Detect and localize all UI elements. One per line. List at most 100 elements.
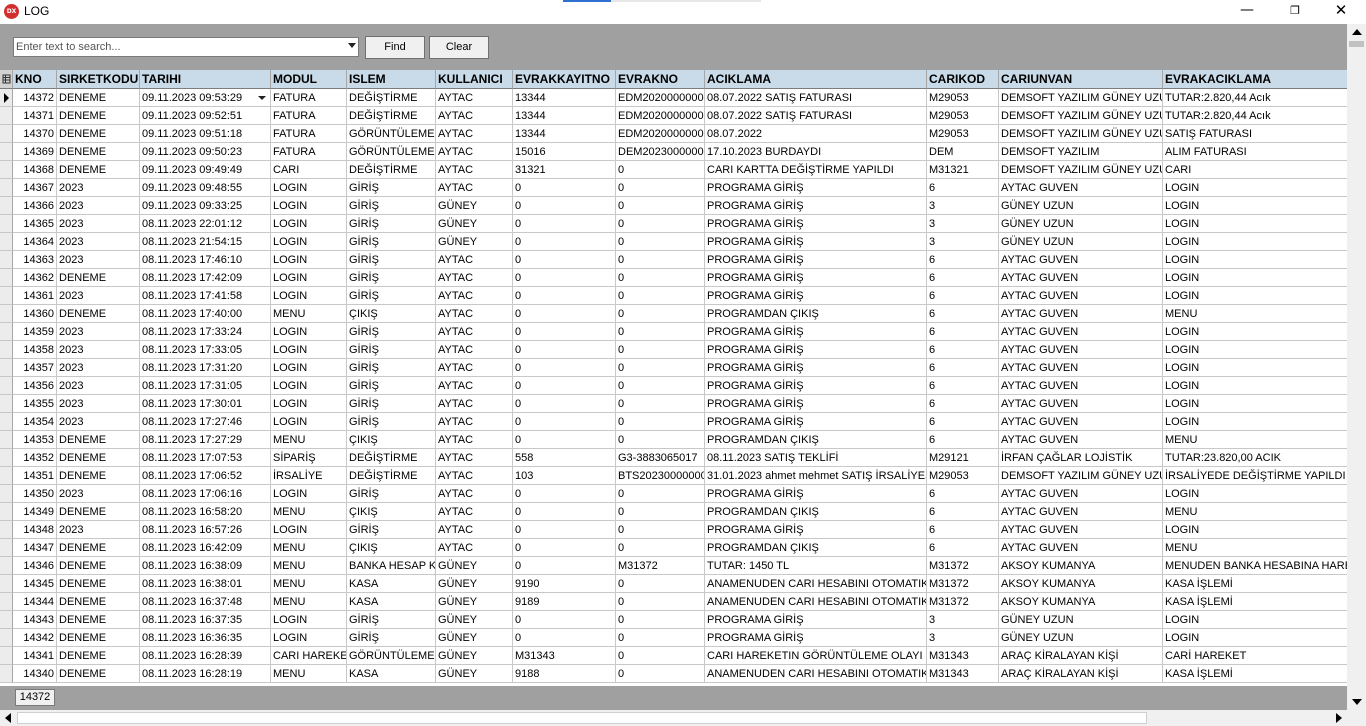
cell-kno[interactable]: 14355 xyxy=(13,395,57,413)
cell-kno[interactable]: 14364 xyxy=(13,233,57,251)
cell-evrakaciklama[interactable]: LOGIN xyxy=(1163,359,1347,377)
table-row[interactable]: 14346 DENEME 08.11.2023 16:38:09 MENU BANKA … xyxy=(0,557,1347,575)
cell-aciklama[interactable]: ANAMENUDEN CARI HESABINI OTOMATIK KAPATM… xyxy=(705,575,927,593)
log-grid[interactable]: KNO SIRKETKODU TARIHI MODUL ISLEM KULLANICI EV… xyxy=(0,70,1347,686)
cell-evrakaciklama[interactable]: LOGIN xyxy=(1163,521,1347,539)
cell-carikod[interactable]: M29053 xyxy=(927,467,999,485)
cell-kullanici[interactable]: GÜNEY xyxy=(436,647,513,665)
cell-kullanici[interactable]: AYTAC xyxy=(436,305,513,323)
cell-carikod[interactable]: M31343 xyxy=(927,647,999,665)
cell-kullanici[interactable]: AYTAC xyxy=(436,161,513,179)
cell-islem[interactable]: DEĞİŞTİRME xyxy=(347,467,436,485)
cell-evrakaciklama[interactable]: KASA İŞLEMİ xyxy=(1163,575,1347,593)
cell-kullanici[interactable]: GÜNEY xyxy=(436,665,513,683)
cell-tarihi[interactable]: 08.11.2023 17:31:05 xyxy=(140,377,271,395)
cell-carikod[interactable]: 6 xyxy=(927,323,999,341)
column-header-modul[interactable]: MODUL xyxy=(271,70,347,89)
cell-cariunvan[interactable]: DEMSOFT YAZILIM GÜNEY UZUN xyxy=(999,161,1163,179)
table-row[interactable]: 14345 DENEME 08.11.2023 16:38:01 MENU KASA GÜ… xyxy=(0,575,1347,593)
cell-cariunvan[interactable]: AYTAC GUVEN xyxy=(999,341,1163,359)
cell-evrakno[interactable]: 0 xyxy=(616,323,705,341)
row-indicator[interactable] xyxy=(0,341,13,359)
cell-tarihi[interactable]: 08.11.2023 17:31:20 xyxy=(140,359,271,377)
cell-modul[interactable]: LOGIN xyxy=(271,197,347,215)
cell-islem[interactable]: KASA xyxy=(347,575,436,593)
cell-carikod[interactable]: M29121 xyxy=(927,449,999,467)
cell-aciklama[interactable]: PROGRAMA GİRİŞ xyxy=(705,395,927,413)
cell-evrakkayitno[interactable]: 0 xyxy=(513,359,616,377)
cell-kno[interactable]: 14342 xyxy=(13,629,57,647)
row-indicator[interactable] xyxy=(0,161,13,179)
cell-modul[interactable]: MENU xyxy=(271,305,347,323)
cell-evrakno[interactable]: 0 xyxy=(616,251,705,269)
cell-evrakno[interactable]: 0 xyxy=(616,611,705,629)
table-row[interactable]: 14342 DENEME 08.11.2023 16:36:35 LOGIN GİRİŞ… xyxy=(0,629,1347,647)
restore-icon[interactable]: ❐ xyxy=(1272,0,1318,23)
cell-kno[interactable]: 14350 xyxy=(13,485,57,503)
cell-sirketkodu[interactable]: 2023 xyxy=(57,323,140,341)
cell-aciklama[interactable]: 17.10.2023 BURDAYDI xyxy=(705,143,927,161)
cell-kullanici[interactable]: GÜNEY xyxy=(436,215,513,233)
cell-kullanici[interactable]: AYTAC xyxy=(436,539,513,557)
cell-evrakkayitno[interactable]: 0 xyxy=(513,539,616,557)
cell-carikod[interactable]: 6 xyxy=(927,269,999,287)
horizontal-scrollbar[interactable] xyxy=(0,710,1366,726)
column-header-carikod[interactable]: CARIKOD xyxy=(927,70,999,89)
cell-evrakaciklama[interactable]: LOGIN xyxy=(1163,323,1347,341)
cell-tarihi[interactable]: 09.11.2023 09:51:18 xyxy=(140,125,271,143)
row-indicator[interactable] xyxy=(0,395,13,413)
row-indicator[interactable] xyxy=(0,215,13,233)
cell-kullanici[interactable]: AYTAC xyxy=(436,395,513,413)
cell-sirketkodu[interactable]: 2023 xyxy=(57,413,140,431)
cell-evrakkayitno[interactable]: 0 xyxy=(513,233,616,251)
cell-modul[interactable]: MENU xyxy=(271,575,347,593)
cell-modul[interactable]: FATURA xyxy=(271,125,347,143)
cell-evrakaciklama[interactable]: KASA İŞLEMİ xyxy=(1163,665,1347,683)
cell-kno[interactable]: 14349 xyxy=(13,503,57,521)
cell-evrakno[interactable]: 0 xyxy=(616,341,705,359)
row-indicator[interactable] xyxy=(0,413,13,431)
cell-tarihi[interactable]: 08.11.2023 17:40:00 xyxy=(140,305,271,323)
cell-evrakaciklama[interactable]: KASA İŞLEMİ xyxy=(1163,593,1347,611)
cell-cariunvan[interactable]: AYTAC GUVEN xyxy=(999,485,1163,503)
cell-aciklama[interactable]: PROGRAMA GİRİŞ xyxy=(705,629,927,647)
column-header-kno[interactable]: KNO xyxy=(13,70,57,89)
cell-kno[interactable]: 14357 xyxy=(13,359,57,377)
table-row[interactable]: 14353 DENEME 08.11.2023 17:27:29 MENU ÇIKIŞ A… xyxy=(0,431,1347,449)
cell-islem[interactable]: GİRİŞ xyxy=(347,611,436,629)
cell-islem[interactable]: DEĞİŞTİRME xyxy=(347,161,436,179)
cell-kno[interactable]: 14360 xyxy=(13,305,57,323)
cell-aciklama[interactable]: PROGRAMA GİRİŞ xyxy=(705,341,927,359)
cell-tarihi[interactable]: 08.11.2023 17:41:58 xyxy=(140,287,271,305)
cell-kullanici[interactable]: AYTAC xyxy=(436,179,513,197)
cell-aciklama[interactable]: 31.01.2023 ahmet mehmet SATIŞ İRSALİYESİ xyxy=(705,467,927,485)
cell-cariunvan[interactable]: AKSOY KUMANYA xyxy=(999,575,1163,593)
cell-kullanici[interactable]: GÜNEY xyxy=(436,233,513,251)
row-indicator[interactable] xyxy=(0,431,13,449)
scroll-down-button[interactable] xyxy=(1347,693,1366,710)
cell-tarihi[interactable]: 08.11.2023 17:27:29 xyxy=(140,431,271,449)
cell-sirketkodu[interactable]: 2023 xyxy=(57,485,140,503)
cell-modul[interactable]: MENU xyxy=(271,665,347,683)
cell-evrakaciklama[interactable]: LOGIN xyxy=(1163,233,1347,251)
cell-kullanici[interactable]: AYTAC xyxy=(436,521,513,539)
cell-cariunvan[interactable]: DEMSOFT YAZILIM GÜNEY UZUN xyxy=(999,125,1163,143)
cell-kullanici[interactable]: GÜNEY xyxy=(436,575,513,593)
cell-kno[interactable]: 14370 xyxy=(13,125,57,143)
cell-kno[interactable]: 14341 xyxy=(13,647,57,665)
row-indicator[interactable] xyxy=(0,251,13,269)
cell-islem[interactable]: DEĞİŞTİRME xyxy=(347,89,436,107)
table-row[interactable]: 14367 2023 09.11.2023 09:48:55 LOGIN GİRİŞ AY… xyxy=(0,179,1347,197)
cell-evrakno[interactable]: 0 xyxy=(616,413,705,431)
cell-kno[interactable]: 14372 xyxy=(13,89,57,107)
cell-evrakno[interactable]: EDM2020000000001 xyxy=(616,89,705,107)
cell-kno[interactable]: 14367 xyxy=(13,179,57,197)
cell-kno[interactable]: 14343 xyxy=(13,611,57,629)
cell-islem[interactable]: GÖRÜNTÜLEME xyxy=(347,143,436,161)
cell-evrakkayitno[interactable]: 103 xyxy=(513,467,616,485)
cell-cariunvan[interactable]: AYTAC GUVEN xyxy=(999,305,1163,323)
cell-islem[interactable]: BANKA HESAP KARTI xyxy=(347,557,436,575)
row-indicator[interactable] xyxy=(0,197,13,215)
cell-modul[interactable]: FATURA xyxy=(271,89,347,107)
cell-kullanici[interactable]: AYTAC xyxy=(436,143,513,161)
